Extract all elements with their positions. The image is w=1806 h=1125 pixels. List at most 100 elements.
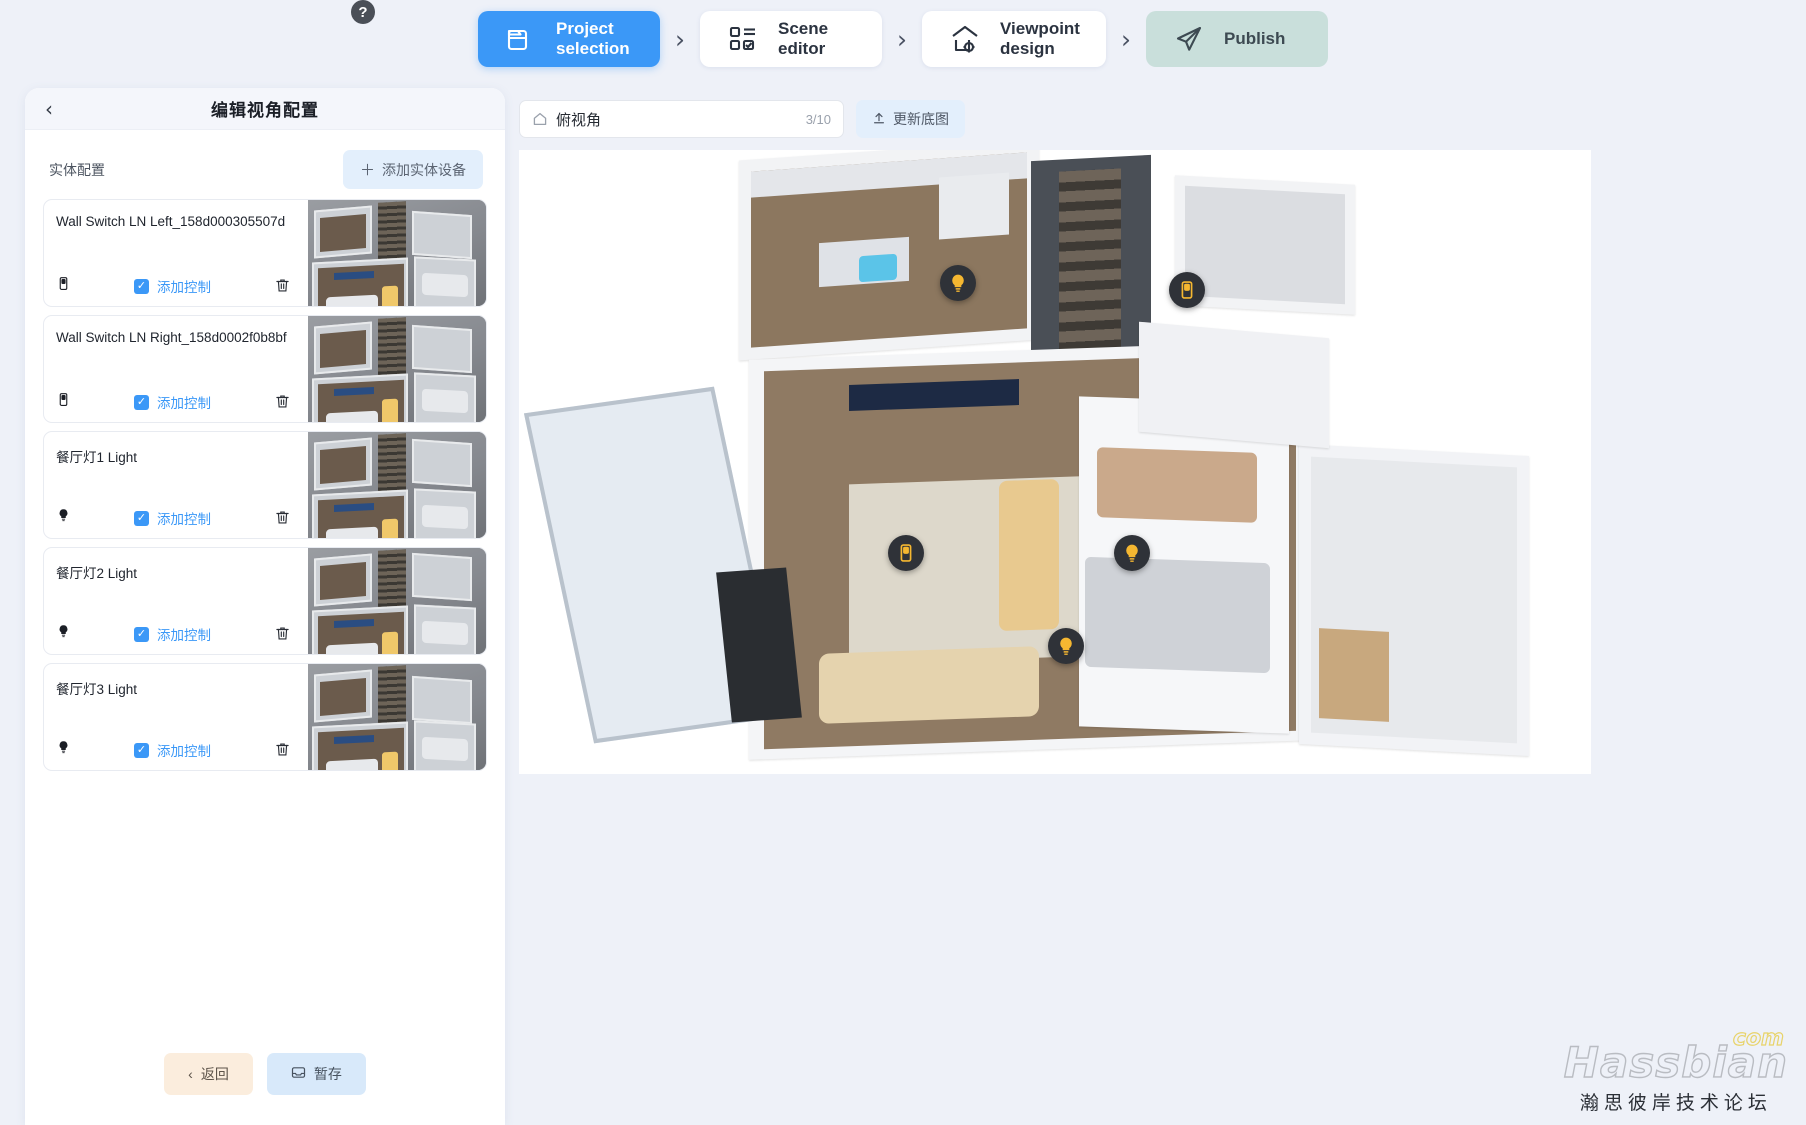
chevron-left-icon[interactable]: ‹	[37, 97, 61, 121]
viewpoint-name-value: 俯视角	[556, 111, 602, 129]
add-control-checkbox[interactable]: ✓	[134, 394, 149, 410]
device-info: Wall Switch LN Right_158d0002f0b8bf ✓ 添加控制	[44, 316, 308, 422]
delete-device-button[interactable]	[274, 393, 292, 411]
bulb-marker-2[interactable]	[1114, 535, 1150, 571]
device-name: 餐厅灯2 Light	[56, 566, 138, 581]
section-label: 实体配置	[49, 161, 105, 178]
light-bulb-icon	[50, 508, 76, 528]
device-thumbnail[interactable]	[308, 316, 486, 422]
add-physical-device-button[interactable]: ＋ 添加实体设备	[342, 150, 483, 189]
help-icon[interactable]: ?	[351, 0, 375, 24]
device-card: 餐厅灯2 Light ✓ 添加控制	[43, 547, 487, 655]
entity-config-section-header: 实体配置 ＋ 添加实体设备	[25, 130, 505, 199]
light-bulb-icon	[952, 274, 964, 292]
device-actions: ✓ 添加控制	[44, 392, 308, 412]
add-control-label: 添加控制	[157, 744, 211, 759]
save-draft-label: 暂存	[313, 1066, 342, 1082]
panel-header: ‹ 编辑视角配置	[25, 88, 505, 130]
back-button-label: 返回	[200, 1066, 229, 1082]
device-name: 餐厅灯1 Light	[56, 450, 138, 465]
page-title: 编辑视角配置	[211, 101, 319, 120]
device-card: 餐厅灯1 Light ✓ 添加控制	[43, 431, 487, 539]
light-bulb-icon	[1126, 544, 1138, 562]
viewpoint-name-field[interactable]: 俯视角 3/10	[519, 100, 844, 138]
wall-switch-icon	[50, 276, 76, 296]
add-control-checkbox[interactable]: ✓	[134, 510, 149, 526]
step-label-publish: Publish	[1223, 29, 1286, 49]
viewpoint-counter: 3/10	[805, 111, 831, 127]
device-name: 餐厅灯3 Light	[56, 682, 138, 697]
step-label-project-selection: Project selection	[556, 19, 630, 58]
device-card: Wall Switch LN Right_158d0002f0b8bf ✓ 添加控制	[43, 315, 487, 423]
folder-icon	[504, 22, 538, 56]
house-gear-icon	[948, 22, 982, 56]
device-thumbnail[interactable]	[308, 548, 486, 654]
light-bulb-icon	[50, 624, 76, 644]
switch-marker-1[interactable]	[1169, 272, 1205, 308]
add-control-toggle[interactable]: ✓ 添加控制	[134, 740, 211, 760]
back-button[interactable]: ‹ 返回	[164, 1053, 253, 1095]
add-control-checkbox[interactable]: ✓	[134, 278, 149, 294]
step-label-scene-editor: Scene editor	[778, 19, 829, 58]
device-actions: ✓ 添加控制	[44, 508, 308, 528]
add-control-toggle[interactable]: ✓ 添加控制	[134, 508, 211, 528]
device-actions: ✓ 添加控制	[44, 740, 308, 760]
delete-device-button[interactable]	[274, 277, 292, 295]
device-actions: ✓ 添加控制	[44, 276, 308, 296]
update-base-map-label: 更新底图	[893, 111, 949, 127]
add-control-label: 添加控制	[157, 628, 211, 643]
wall-switch-icon	[900, 544, 912, 562]
viewer-toolbar: 俯视角 3/10 更新底图	[519, 88, 1806, 138]
step-project-selection[interactable]: Project selection	[478, 11, 660, 67]
panel-footer: ‹ 返回 暂存	[25, 1053, 505, 1095]
bulb-marker-1[interactable]	[940, 265, 976, 301]
add-control-toggle[interactable]: ✓ 添加控制	[134, 392, 211, 412]
add-control-toggle[interactable]: ✓ 添加控制	[134, 276, 211, 296]
device-info: 餐厅灯2 Light ✓ 添加控制	[44, 548, 308, 654]
stepper-chevron-2: ›	[897, 24, 907, 54]
add-control-toggle[interactable]: ✓ 添加控制	[134, 624, 211, 644]
wall-switch-icon	[1181, 281, 1193, 299]
light-bulb-icon	[50, 740, 76, 760]
step-scene-editor[interactable]: Scene editor	[700, 11, 882, 67]
save-draft-button[interactable]: 暂存	[266, 1053, 366, 1095]
add-control-checkbox[interactable]: ✓	[134, 742, 149, 758]
add-control-checkbox[interactable]: ✓	[134, 626, 149, 642]
bulb-marker-3[interactable]	[1048, 628, 1084, 664]
upload-icon	[872, 111, 886, 128]
plus-icon: ＋	[359, 162, 375, 179]
workflow-stepper: Project selection › Scene editor › Viewp…	[0, 0, 1806, 78]
chevron-left-icon: ‹	[188, 1066, 193, 1082]
stepper-chevron-1: ›	[675, 24, 685, 54]
switch-marker-2[interactable]	[888, 535, 924, 571]
device-info: 餐厅灯1 Light ✓ 添加控制	[44, 432, 308, 538]
device-card: Wall Switch LN Left_158d000305507d ✓ 添加控制	[43, 199, 487, 307]
add-control-label: 添加控制	[157, 512, 211, 527]
step-label-viewpoint-design: Viewpoint design	[1000, 19, 1080, 58]
add-physical-device-label: 添加实体设备	[382, 161, 466, 178]
delete-device-button[interactable]	[274, 509, 292, 527]
device-card: 餐厅灯3 Light ✓ 添加控制	[43, 663, 487, 771]
step-publish[interactable]: Publish	[1145, 11, 1328, 67]
delete-device-button[interactable]	[274, 741, 292, 759]
wall-switch-icon	[50, 392, 76, 412]
stepper-chevron-3: ›	[1120, 24, 1131, 54]
house-outline-icon	[532, 111, 548, 127]
light-bulb-icon	[1060, 637, 1072, 655]
device-actions: ✓ 添加控制	[44, 624, 308, 644]
viewpoint-config-panel: ‹ 编辑视角配置 实体配置 ＋ 添加实体设备 Wall Switch LN Le…	[25, 88, 505, 1125]
device-thumbnail[interactable]	[308, 432, 486, 538]
device-list: Wall Switch LN Left_158d000305507d ✓ 添加控制 W…	[25, 199, 505, 771]
add-control-label: 添加控制	[157, 280, 211, 295]
delete-device-button[interactable]	[274, 625, 292, 643]
device-thumbnail[interactable]	[308, 664, 486, 770]
step-viewpoint-design[interactable]: Viewpoint design	[922, 11, 1106, 67]
grid-list-icon	[726, 22, 760, 56]
device-info: 餐厅灯3 Light ✓ 添加控制	[44, 664, 308, 770]
update-base-map-button[interactable]: 更新底图	[856, 100, 965, 138]
device-thumbnail[interactable]	[308, 200, 486, 306]
save-box-icon	[291, 1065, 306, 1083]
floorplan-3d-canvas[interactable]	[519, 150, 1591, 774]
paper-plane-icon	[1172, 22, 1206, 56]
add-control-label: 添加控制	[157, 396, 211, 411]
